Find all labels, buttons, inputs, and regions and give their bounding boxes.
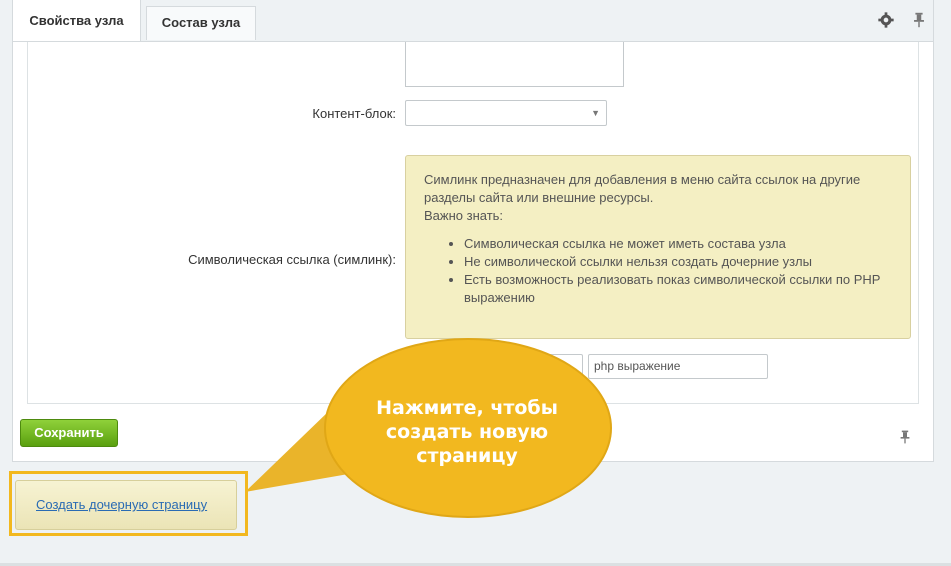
tab-node-contents[interactable]: Состав узла: [146, 6, 256, 40]
save-button[interactable]: Сохранить: [20, 419, 118, 447]
symlink-hint-box: Симлинк предназначен для добавления в ме…: [405, 155, 911, 339]
tab-bar: Свойства узла Состав узла: [13, 0, 933, 42]
content-block-select[interactable]: ▼: [405, 100, 607, 126]
hint-text: Симлинк предназначен для добавления в ме…: [424, 172, 861, 205]
callout-text: Нажмите, чтобы создать новую страницу: [350, 396, 584, 468]
pin-icon[interactable]: [910, 11, 928, 29]
form-area: Контент-блок: ▼ Символическая ссылка (си…: [27, 42, 919, 404]
php-expression-input[interactable]: php выражение: [588, 354, 768, 379]
callout-line: страницу: [416, 445, 518, 467]
gear-icon[interactable]: [877, 11, 895, 29]
callout-line: Нажмите, чтобы: [376, 397, 558, 419]
description-textarea[interactable]: [405, 42, 624, 87]
highlight-frame: Создать дочерную страницу: [9, 471, 248, 536]
chevron-down-icon: ▼: [591, 108, 600, 118]
hint-list: Символическая ссылка не может иметь сост…: [446, 235, 892, 307]
callout-line: создать новую: [385, 421, 549, 443]
node-properties-panel: Свойства узла Состав узла Контент-блок: …: [12, 0, 934, 462]
symlink-label: Символическая ссылка (симлинк):: [188, 252, 396, 267]
hint-important: Важно знать:: [424, 208, 504, 223]
pin-icon[interactable]: [897, 428, 913, 446]
hint-item: Не символической ссылки нельзя создать д…: [464, 253, 892, 271]
hint-item: Есть возможность реализовать показ симво…: [464, 271, 892, 307]
symlink-url-input[interactable]: [405, 354, 583, 379]
content-block-label: Контент-блок:: [312, 106, 396, 121]
tab-node-properties[interactable]: Свойства узла: [13, 0, 141, 41]
create-child-page-button[interactable]: Создать дочерную страницу: [15, 480, 237, 530]
hint-item: Символическая ссылка не может иметь сост…: [464, 235, 892, 253]
